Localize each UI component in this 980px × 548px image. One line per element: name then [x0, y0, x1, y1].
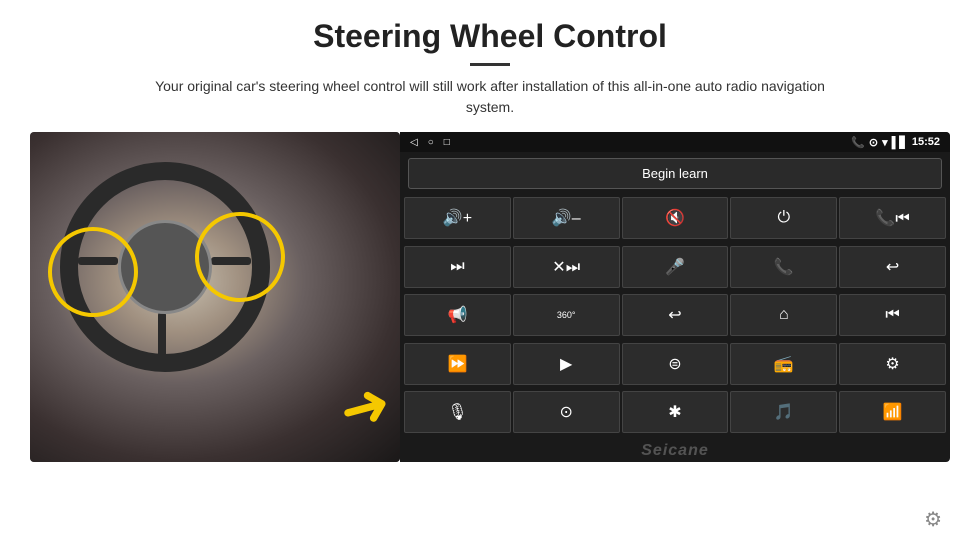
sim-bars: ▌▋: [892, 136, 908, 149]
horn-icon: 📢: [447, 305, 467, 325]
head-unit-wrapper: ◁ ○ □ 📞 ⊙ ▾ ▌▋ 15:52 Begin learn: [400, 132, 950, 538]
phone-prev-button[interactable]: 📞⏮: [839, 197, 946, 239]
camera-360-icon: 360°: [557, 310, 576, 320]
source-button[interactable]: ⊜: [622, 343, 729, 385]
location-icon: ⊙: [869, 136, 878, 149]
hang-up-button[interactable]: ↩: [839, 246, 946, 288]
play-icon: ▶: [560, 354, 572, 374]
call-button[interactable]: 📞: [730, 246, 837, 288]
back-button[interactable]: ↩: [622, 294, 729, 336]
music-icon: 🎵: [774, 402, 794, 422]
seicane-watermark: Seicane: [400, 440, 950, 462]
home-nav-icon[interactable]: ○: [428, 137, 434, 148]
play-button[interactable]: ▶: [513, 343, 620, 385]
prev-track-button[interactable]: ⏮: [839, 294, 946, 336]
begin-learn-button[interactable]: Begin learn: [408, 158, 942, 189]
source-icon: ⊜: [668, 354, 681, 374]
back-nav-icon[interactable]: ◁: [410, 137, 418, 148]
title-divider: [470, 63, 510, 66]
next-track-icon: ⏭: [450, 258, 464, 276]
clock: 15:52: [912, 136, 940, 148]
fast-fwd-button[interactable]: ⏩: [404, 343, 511, 385]
mic-button[interactable]: 🎤: [622, 246, 729, 288]
vol-up-icon: 🔊+: [443, 208, 472, 228]
highlight-circle-left: [48, 227, 138, 317]
recents-nav-icon[interactable]: □: [444, 137, 450, 148]
home-icon: ⌂: [779, 306, 789, 324]
next-track-button[interactable]: ⏭: [404, 246, 511, 288]
phone-prev-icon: 📞⏮: [875, 208, 909, 228]
prev-track-icon: ⏮: [885, 306, 899, 324]
voice-icon: 🎙: [447, 402, 467, 422]
phone-icon: 📞: [851, 136, 865, 149]
mute-icon: 🔇: [665, 208, 685, 228]
subtitle: Your original car's steering wheel contr…: [140, 76, 840, 118]
skip-icon: ✕⏭: [552, 257, 580, 277]
status-right: 📞 ⊙ ▾ ▌▋ 15:52: [851, 136, 940, 149]
vol-up-button[interactable]: 🔊+: [404, 197, 511, 239]
spoke-bottom: [158, 312, 166, 360]
settings-gear-button[interactable]: ⚙: [924, 507, 942, 532]
fast-fwd-icon: ⏩: [447, 354, 467, 374]
home-button[interactable]: ⌂: [730, 294, 837, 336]
radio-button[interactable]: 📻: [730, 343, 837, 385]
controls-grid: 🔊+ 🔊– 🔇 ⏻ 📞⏮ ⏭ ✕⏭ 🎤 📞 ↩ 📢 360° ↩ ⌂: [400, 195, 950, 440]
eq-button[interactable]: ⚙: [839, 343, 946, 385]
eq-icon: ⚙: [885, 354, 899, 374]
radio-icon: 📻: [774, 354, 794, 374]
steering-wheel-image: ➜: [30, 132, 400, 462]
page-container: Steering Wheel Control Your original car…: [0, 0, 980, 548]
voice-button[interactable]: 🎙: [404, 391, 511, 433]
page-title: Steering Wheel Control: [30, 18, 950, 55]
power-button[interactable]: ⏻: [730, 197, 837, 239]
vol-down-button[interactable]: 🔊–: [513, 197, 620, 239]
head-unit: ◁ ○ □ 📞 ⊙ ▾ ▌▋ 15:52 Begin learn: [400, 132, 950, 462]
menu-icon: ⊙: [559, 402, 572, 422]
camera-360-button[interactable]: 360°: [513, 294, 620, 336]
bluetooth-button[interactable]: ✱: [622, 391, 729, 433]
mic-icon: 🎤: [665, 257, 685, 277]
vol-down-icon: 🔊–: [552, 208, 581, 228]
hang-up-icon: ↩: [886, 257, 899, 277]
skip-button[interactable]: ✕⏭: [513, 246, 620, 288]
horn-button[interactable]: 📢: [404, 294, 511, 336]
menu-button[interactable]: ⊙: [513, 391, 620, 433]
call-icon: 📞: [774, 257, 794, 277]
signal-icon: 📶: [883, 402, 903, 422]
title-section: Steering Wheel Control Your original car…: [30, 18, 950, 132]
highlight-circle-right: [195, 212, 285, 302]
nav-icons: ◁ ○ □: [410, 137, 450, 148]
mute-button[interactable]: 🔇: [622, 197, 729, 239]
music-button[interactable]: 🎵: [730, 391, 837, 433]
wifi-icon: ▾: [882, 136, 888, 149]
status-bar: ◁ ○ □ 📞 ⊙ ▾ ▌▋ 15:52: [400, 132, 950, 152]
bluetooth-icon: ✱: [668, 402, 681, 422]
signal-button[interactable]: 📶: [839, 391, 946, 433]
begin-learn-row: Begin learn: [400, 152, 950, 195]
power-icon: ⏻: [777, 209, 790, 227]
back-icon: ↩: [668, 305, 681, 325]
content-row: ➜ ◁ ○ □ 📞 ⊙ ▾ ▌▋ 15:52: [30, 132, 950, 538]
